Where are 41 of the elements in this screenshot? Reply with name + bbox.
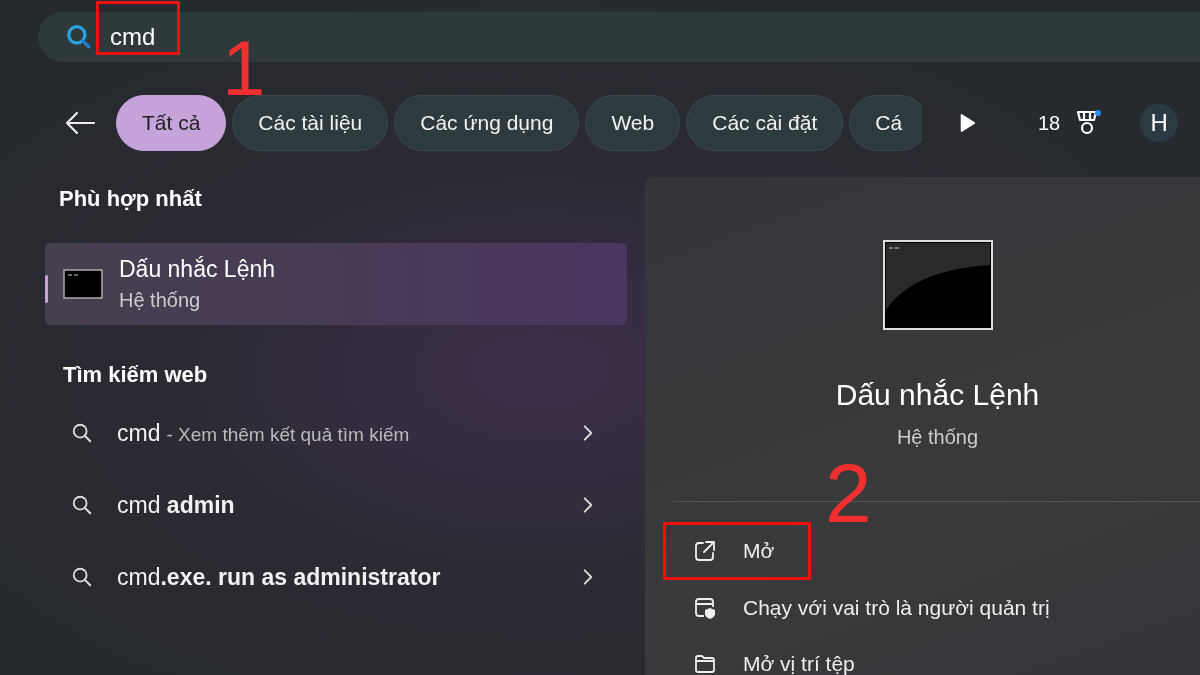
action-item[interactable]: Mở [693,539,775,563]
suggestion-text: cmd admin [117,491,236,519]
filter-tab[interactable]: Các ứng dụng [394,95,580,151]
terminal-window-icon [882,240,993,330]
medal-icon[interactable] [1074,109,1103,137]
best-match-item[interactable]: Dấu nhắc Lệnh Hệ thống [45,243,627,325]
filter-tab[interactable]: Cá [849,95,922,151]
back-arrow-icon[interactable] [64,111,96,135]
chevron-icon [583,424,593,442]
search-query: cmd [109,23,157,51]
web-search-item[interactable]: cmd admin [45,469,627,541]
app-name: Dấu nhắc Lệnh [119,256,275,283]
user-avatar[interactable]: H [1140,104,1179,142]
web-search-item[interactable]: cmd - Xem thêm kết quả tìm kiếm [45,397,627,469]
terminal-icon [63,269,103,299]
filter-tab[interactable]: Các cài đặt [686,95,844,151]
search-icon [71,566,93,588]
annotation-number: 2 [825,451,872,535]
action-item[interactable]: Chạy với vai trò là người quản trị [693,596,1050,620]
chevron-icon [583,568,593,586]
search-icon [71,494,93,516]
chevron-icon [583,496,593,514]
external-link-icon [693,539,717,563]
web-search-item[interactable]: cmd.exe. run as administrator [45,541,627,613]
suggestion-text: cmd.exe. run as administrator [117,563,442,591]
app-name: Dấu nhắc Lệnh [835,378,1040,412]
play-icon[interactable] [958,112,976,134]
section-heading: Phù hợp nhất [58,185,203,213]
filter-tab[interactable]: Web [585,95,681,151]
action-item[interactable]: Mở vị trí tệp [693,652,855,675]
suggestion-text: cmd - Xem thêm kết quả tìm kiếm [117,419,411,447]
filter-tab[interactable]: Các tài liệu [232,95,389,151]
search-icon [71,422,93,444]
section-heading: Tìm kiếm web [62,361,209,389]
filter-tab[interactable]: Tất cả [116,95,227,151]
app-category: Hệ thống [119,289,202,312]
app-category: Hệ thống [896,426,979,449]
folder-icon [693,652,717,675]
search-icon [66,24,92,50]
shield-window-icon [693,596,717,620]
points-count: 18 [1038,111,1061,135]
